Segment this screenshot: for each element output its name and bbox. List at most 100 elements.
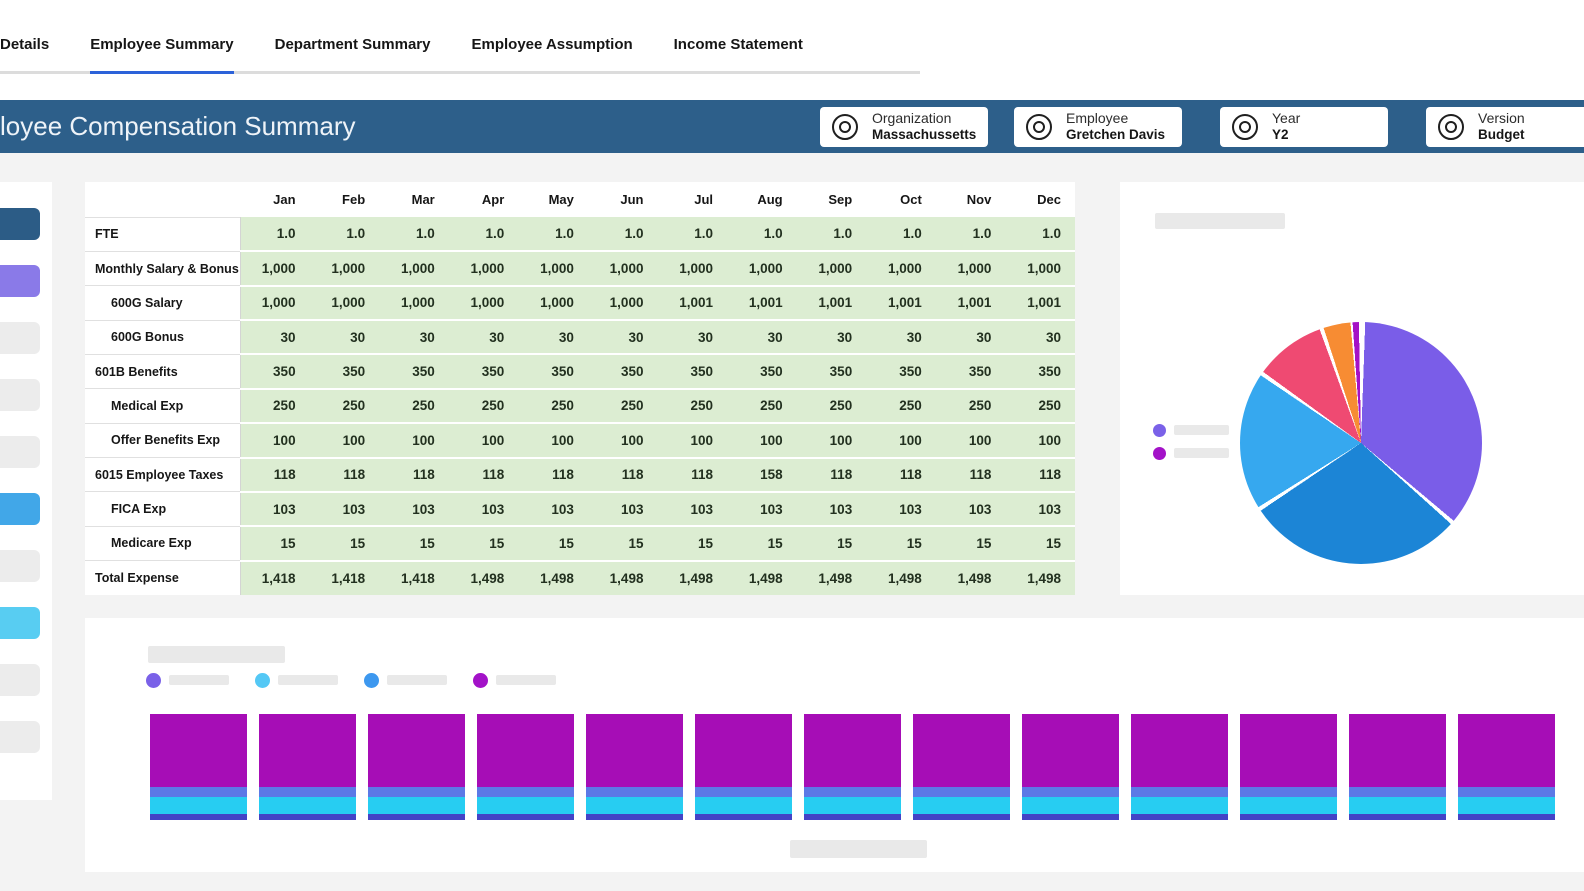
- tab-employee-summary[interactable]: Employee Summary: [90, 22, 233, 74]
- data-cell[interactable]: 1,000: [379, 286, 449, 320]
- stacked-bar-8[interactable]: [913, 714, 1010, 820]
- data-cell[interactable]: 118: [866, 458, 936, 492]
- stacked-bar-12[interactable]: [1349, 714, 1446, 820]
- data-cell[interactable]: 15: [797, 526, 867, 560]
- data-cell[interactable]: 103: [936, 492, 1006, 526]
- data-cell[interactable]: 118: [797, 458, 867, 492]
- data-cell[interactable]: 30: [1005, 320, 1075, 354]
- data-cell[interactable]: 15: [518, 526, 588, 560]
- filter-chip-version[interactable]: VersionBudget: [1426, 107, 1584, 147]
- sidebar-item-5[interactable]: [0, 436, 40, 468]
- data-cell[interactable]: 158: [727, 458, 797, 492]
- data-cell[interactable]: 30: [797, 320, 867, 354]
- data-cell[interactable]: 103: [727, 492, 797, 526]
- data-cell[interactable]: 15: [1005, 526, 1075, 560]
- stacked-bar-11[interactable]: [1240, 714, 1337, 820]
- data-cell[interactable]: 103: [797, 492, 867, 526]
- data-cell[interactable]: 350: [310, 354, 380, 388]
- stacked-bar-7[interactable]: [804, 714, 901, 820]
- data-cell[interactable]: 1,000: [310, 251, 380, 285]
- sidebar-item-10[interactable]: [0, 721, 40, 753]
- data-cell[interactable]: 1.0: [379, 217, 449, 251]
- data-cell[interactable]: 1,001: [936, 286, 1006, 320]
- data-cell[interactable]: 350: [588, 354, 658, 388]
- data-cell[interactable]: 1,001: [797, 286, 867, 320]
- data-cell[interactable]: 250: [449, 389, 519, 423]
- sidebar-item-7[interactable]: [0, 550, 40, 582]
- data-cell[interactable]: 1.0: [657, 217, 727, 251]
- sidebar-item-8[interactable]: [0, 607, 40, 639]
- stacked-bar-5[interactable]: [586, 714, 683, 820]
- data-cell[interactable]: 350: [936, 354, 1006, 388]
- data-cell[interactable]: 30: [518, 320, 588, 354]
- data-cell[interactable]: 350: [379, 354, 449, 388]
- data-cell[interactable]: 1,001: [657, 286, 727, 320]
- data-cell[interactable]: 103: [240, 492, 310, 526]
- data-cell[interactable]: 1,000: [727, 251, 797, 285]
- data-cell[interactable]: 1,000: [449, 251, 519, 285]
- data-cell[interactable]: 1,000: [936, 251, 1006, 285]
- data-cell[interactable]: 15: [379, 526, 449, 560]
- data-cell[interactable]: 350: [1005, 354, 1075, 388]
- data-cell[interactable]: 103: [518, 492, 588, 526]
- stacked-bar-9[interactable]: [1022, 714, 1119, 820]
- data-cell[interactable]: 15: [657, 526, 727, 560]
- data-cell[interactable]: 30: [310, 320, 380, 354]
- data-cell[interactable]: 100: [310, 423, 380, 457]
- data-cell[interactable]: 1,498: [1005, 561, 1075, 595]
- data-cell[interactable]: 350: [449, 354, 519, 388]
- data-cell[interactable]: 250: [866, 389, 936, 423]
- data-cell[interactable]: 30: [588, 320, 658, 354]
- data-cell[interactable]: 1,418: [240, 561, 310, 595]
- data-cell[interactable]: 350: [518, 354, 588, 388]
- data-cell[interactable]: 1,000: [449, 286, 519, 320]
- data-cell[interactable]: 118: [518, 458, 588, 492]
- data-cell[interactable]: 30: [657, 320, 727, 354]
- data-cell[interactable]: 1.0: [727, 217, 797, 251]
- data-cell[interactable]: 1,000: [657, 251, 727, 285]
- sidebar-item-9[interactable]: [0, 664, 40, 696]
- data-cell[interactable]: 103: [379, 492, 449, 526]
- data-cell[interactable]: 1.0: [449, 217, 519, 251]
- filter-chip-year[interactable]: YearY2: [1220, 107, 1388, 147]
- filter-chip-organization[interactable]: OrganizationMassachussetts: [820, 107, 988, 147]
- data-cell[interactable]: 1,418: [310, 561, 380, 595]
- data-cell[interactable]: 100: [588, 423, 658, 457]
- data-cell[interactable]: 15: [310, 526, 380, 560]
- data-cell[interactable]: 1,000: [588, 251, 658, 285]
- data-cell[interactable]: 1,001: [866, 286, 936, 320]
- tab-details[interactable]: Details: [0, 22, 49, 74]
- data-cell[interactable]: 100: [936, 423, 1006, 457]
- data-cell[interactable]: 1,000: [518, 251, 588, 285]
- tab-employee-assumption[interactable]: Employee Assumption: [472, 22, 633, 74]
- data-cell[interactable]: 250: [310, 389, 380, 423]
- data-cell[interactable]: 250: [657, 389, 727, 423]
- data-cell[interactable]: 1.0: [866, 217, 936, 251]
- data-cell[interactable]: 1.0: [1005, 217, 1075, 251]
- data-cell[interactable]: 1,000: [797, 251, 867, 285]
- data-cell[interactable]: 118: [588, 458, 658, 492]
- data-cell[interactable]: 118: [449, 458, 519, 492]
- pie-chart[interactable]: [1240, 322, 1482, 564]
- data-cell[interactable]: 250: [797, 389, 867, 423]
- data-cell[interactable]: 1,000: [310, 286, 380, 320]
- data-cell[interactable]: 30: [936, 320, 1006, 354]
- data-cell[interactable]: 30: [240, 320, 310, 354]
- data-cell[interactable]: 118: [657, 458, 727, 492]
- data-cell[interactable]: 1.0: [310, 217, 380, 251]
- data-cell[interactable]: 100: [379, 423, 449, 457]
- data-cell[interactable]: 1,000: [240, 286, 310, 320]
- data-cell[interactable]: 250: [518, 389, 588, 423]
- data-cell[interactable]: 103: [310, 492, 380, 526]
- data-cell[interactable]: 103: [1005, 492, 1075, 526]
- data-cell[interactable]: 250: [379, 389, 449, 423]
- data-cell[interactable]: 30: [379, 320, 449, 354]
- data-cell[interactable]: 1.0: [936, 217, 1006, 251]
- data-cell[interactable]: 1,498: [588, 561, 658, 595]
- data-cell[interactable]: 250: [240, 389, 310, 423]
- data-cell[interactable]: 250: [727, 389, 797, 423]
- tab-department-summary[interactable]: Department Summary: [275, 22, 431, 74]
- data-cell[interactable]: 1,000: [866, 251, 936, 285]
- data-cell[interactable]: 103: [657, 492, 727, 526]
- data-cell[interactable]: 103: [449, 492, 519, 526]
